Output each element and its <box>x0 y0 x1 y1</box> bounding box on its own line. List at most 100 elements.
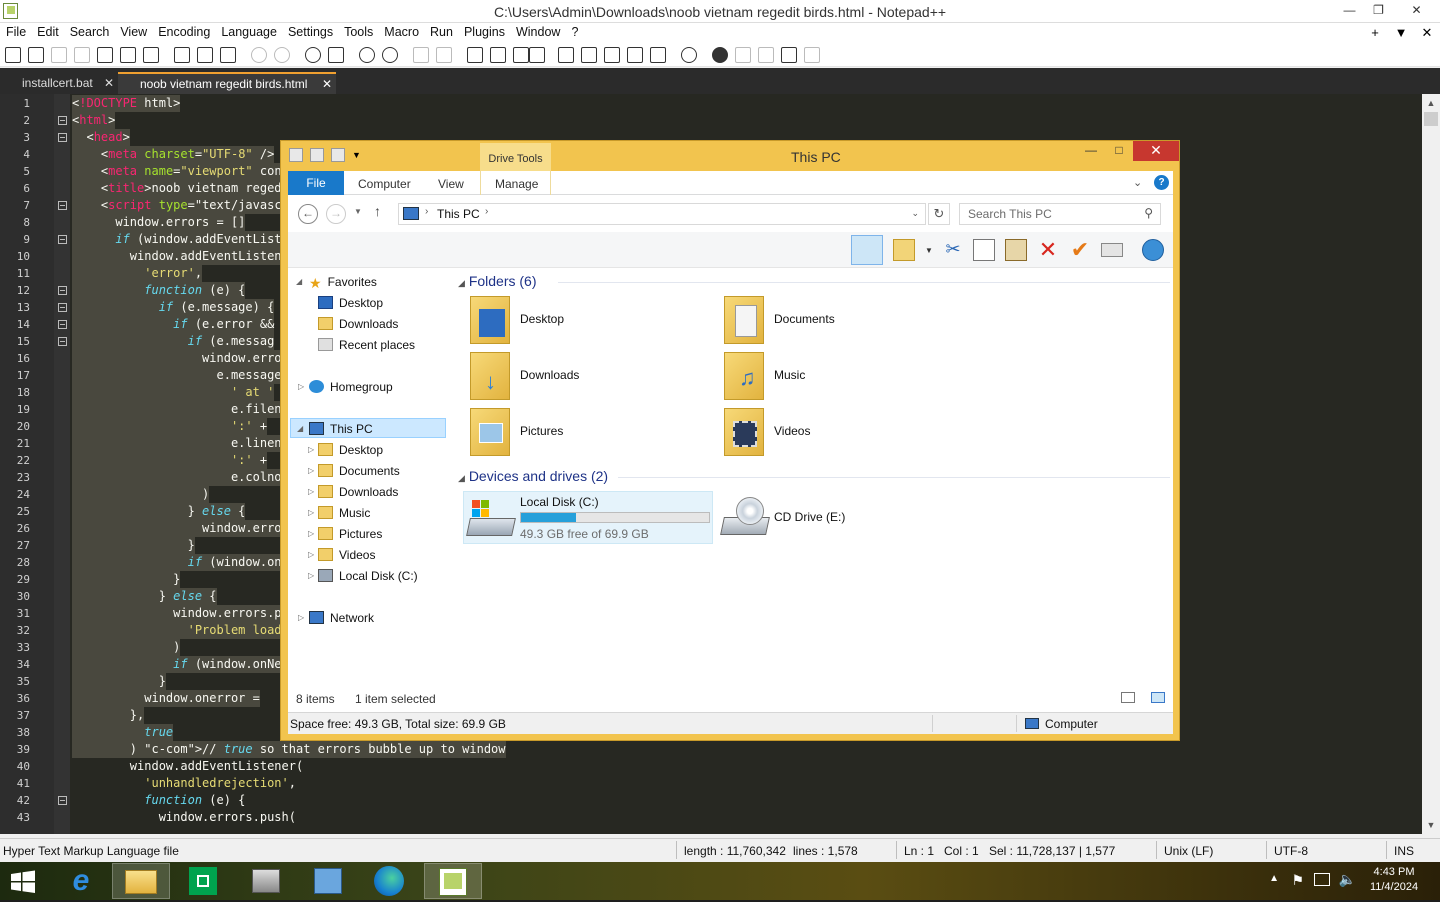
editor-scrollbar[interactable]: ▲ ▼ <box>1422 94 1440 834</box>
nav-homegroup[interactable]: ▷ Homegroup <box>298 377 393 397</box>
properties-icon[interactable] <box>310 148 324 162</box>
menu-file[interactable]: File <box>0 23 31 39</box>
fold-toggle-icon[interactable] <box>58 133 67 142</box>
properties-ribbon-icon[interactable] <box>1101 243 1123 257</box>
fold-toggle-icon[interactable] <box>58 235 67 244</box>
new-folder-icon[interactable] <box>331 148 345 162</box>
close-all-icon[interactable] <box>120 47 136 63</box>
nav-pc-pictures[interactable]: ▷ Pictures <box>308 524 382 544</box>
play-macro-icon[interactable] <box>758 47 774 63</box>
copy-ribbon-icon[interactable] <box>973 239 995 261</box>
forward-arrow-icon[interactable]: → <box>326 204 346 224</box>
menu-window[interactable]: Window <box>510 23 565 39</box>
folder-documents[interactable]: Documents <box>724 296 964 346</box>
paste-ribbon-icon[interactable] <box>1005 239 1027 261</box>
breadcrumb-chevron-icon[interactable]: › <box>485 206 488 217</box>
breadcrumb-this-pc[interactable]: This PC <box>437 207 480 221</box>
menu-plugins[interactable]: Plugins <box>458 23 510 39</box>
ribbon-tab-computer[interactable]: Computer <box>358 177 411 191</box>
taskbar-control-panel[interactable] <box>300 863 358 899</box>
preview-pane-icon[interactable] <box>851 235 883 265</box>
address-bar[interactable]: › This PC › ⌄ <box>398 203 926 225</box>
nav-fav-downloads[interactable]: Downloads <box>318 314 398 334</box>
restore-button[interactable]: ❐ <box>1364 0 1393 22</box>
tab-installcert[interactable]: installcert.bat ✕ <box>0 72 118 94</box>
folder-videos[interactable]: Videos <box>724 408 964 458</box>
udl-icon[interactable] <box>558 47 574 63</box>
drive-local-disk-c[interactable]: Local Disk (C:) 49.3 GB free of 69.9 GB <box>463 491 713 544</box>
help-icon[interactable]: ? <box>1154 175 1169 190</box>
word-wrap-icon[interactable] <box>467 47 483 63</box>
folder-music[interactable]: ♫ Music <box>724 352 964 402</box>
fold-toggle-icon[interactable] <box>58 337 67 346</box>
zoom-out-icon[interactable] <box>382 47 398 63</box>
tab-close-icon[interactable]: ✕ <box>322 74 332 94</box>
paste-icon[interactable] <box>220 47 236 63</box>
cut-ribbon-icon[interactable]: ✂ <box>942 239 964 261</box>
doc-map-icon[interactable] <box>529 47 545 63</box>
menu-encoding[interactable]: Encoding <box>152 23 215 39</box>
indent-guide-icon[interactable] <box>513 47 529 63</box>
function-list-icon[interactable] <box>604 47 620 63</box>
close-file-icon[interactable] <box>97 47 113 63</box>
menu-help[interactable]: ? <box>565 23 583 39</box>
folder-desktop[interactable]: Desktop <box>470 296 710 346</box>
record-macro-icon[interactable] <box>712 47 728 63</box>
details-view-icon[interactable] <box>1121 692 1135 703</box>
new-folder-ribbon-icon[interactable] <box>893 239 915 261</box>
doc-map-book-icon[interactable] <box>581 47 597 63</box>
collapse-group-icon[interactable]: ◢ <box>458 278 465 288</box>
volume-icon[interactable]: 🔈 <box>1339 871 1356 888</box>
search-icon[interactable]: ⚲ <box>1144 206 1153 220</box>
menu-edit[interactable]: Edit <box>31 23 64 39</box>
sync-horizontal-icon[interactable] <box>436 47 452 63</box>
back-arrow-icon[interactable]: ← <box>298 204 318 224</box>
menu-search[interactable]: Search <box>64 23 115 39</box>
taskbar-file-explorer[interactable] <box>112 863 170 899</box>
save-all-icon[interactable] <box>74 47 90 63</box>
close-doc-icon[interactable]: ✕ <box>1414 23 1440 42</box>
taskbar-edge[interactable] <box>362 863 420 899</box>
ribbon-tab-file[interactable]: File <box>288 171 344 195</box>
up-arrow-icon[interactable]: ↑ <box>374 203 381 219</box>
menu-macro[interactable]: Macro <box>378 23 424 39</box>
collapse-group-icon[interactable]: ◢ <box>458 473 465 483</box>
new-file-icon[interactable] <box>5 47 21 63</box>
ribbon-tab-view[interactable]: View <box>438 177 464 191</box>
fold-toggle-icon[interactable] <box>58 116 67 125</box>
sync-vertical-icon[interactable] <box>413 47 429 63</box>
menu-view[interactable]: View <box>114 23 152 39</box>
run-macro-multiple-icon[interactable] <box>781 47 797 63</box>
expand-ribbon-chevron-icon[interactable]: ⌄ <box>1133 176 1142 189</box>
folders-group-header[interactable]: ◢ Folders (6) <box>458 273 537 289</box>
minimize-button[interactable]: — <box>1335 0 1364 22</box>
tab-list-dropdown-icon[interactable]: ▼ <box>1388 23 1414 42</box>
tab-noob-vietnam[interactable]: noob vietnam regedit birds.html ✕ <box>118 72 336 94</box>
customize-qat-chevron-icon[interactable]: ▼ <box>352 148 366 162</box>
nav-pc-downloads[interactable]: ▷ Downloads <box>308 482 398 502</box>
menu-tools[interactable]: Tools <box>338 23 378 39</box>
show-all-chars-icon[interactable] <box>490 47 506 63</box>
fold-toggle-icon[interactable] <box>58 303 67 312</box>
folder-as-workspace-icon[interactable] <box>650 47 666 63</box>
close-button[interactable]: ✕ <box>1393 0 1440 22</box>
copy-icon[interactable] <box>197 47 213 63</box>
explorer-app-icon[interactable] <box>289 148 303 162</box>
undo-icon[interactable] <box>251 47 267 63</box>
action-center-flag-icon[interactable]: ⚑ <box>1291 872 1304 889</box>
drive-tools-contextual-tab[interactable]: Drive Tools <box>480 143 551 173</box>
new-tab-plus-icon[interactable]: + <box>1362 23 1388 42</box>
network-tray-icon[interactable] <box>1314 873 1330 886</box>
redo-icon[interactable] <box>274 47 290 63</box>
new-item-dropdown-icon[interactable]: ▼ <box>925 246 933 255</box>
zoom-in-icon[interactable] <box>359 47 375 63</box>
nav-fav-recent[interactable]: Recent places <box>318 335 415 355</box>
delete-icon[interactable]: ✕ <box>1037 239 1059 261</box>
taskbar-server-manager[interactable] <box>238 863 296 899</box>
nav-this-pc[interactable]: ◢ This PC <box>290 418 446 438</box>
taskbar-store[interactable] <box>175 863 233 899</box>
devices-group-header[interactable]: ◢ Devices and drives (2) <box>458 468 608 484</box>
recent-locations-chevron-icon[interactable]: ▼ <box>354 207 362 216</box>
fold-toggle-icon[interactable] <box>58 201 67 210</box>
large-icons-view-icon[interactable] <box>1151 692 1165 703</box>
